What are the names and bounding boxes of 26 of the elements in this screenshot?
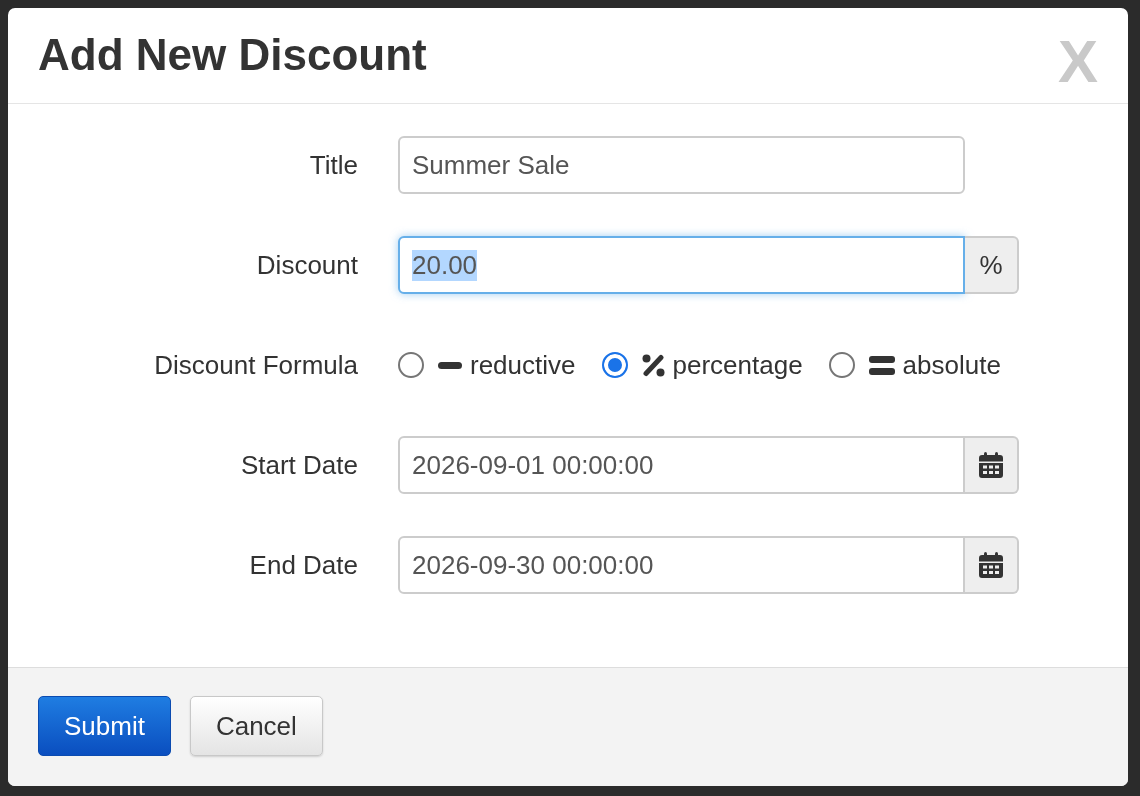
field-label: Title [309,149,358,181]
field-label: Discount [256,249,358,281]
equals-icon [868,355,895,375]
calendar-button[interactable] [965,436,1019,494]
minus-icon [438,361,462,369]
date-field[interactable]: 2026-09-01 00:00:00 [398,436,965,494]
dialog-title: Add New Discount [38,30,427,81]
cancel-button[interactable]: Cancel [189,696,323,756]
field-label: Discount Formula [154,349,358,381]
field-label: End Date [249,549,358,581]
unit-addon: % [965,236,1019,294]
option-label[interactable]: reductive [470,349,576,381]
submit-button[interactable]: Submit [38,696,171,756]
date-field[interactable]: 2026-09-30 00:00:00 [398,536,965,594]
percent-icon [641,353,665,377]
radio-button[interactable] [828,352,855,378]
field-label: Start Date [240,449,358,481]
input-field[interactable]: Summer Sale [398,136,965,194]
option-label[interactable]: absolute [902,349,1001,381]
option-label[interactable]: percentage [672,349,803,381]
radio-button[interactable] [601,352,628,378]
calendar-button[interactable] [965,536,1019,594]
calendar-icon [979,452,1003,478]
input-field[interactable]: 20.00 [398,236,965,294]
radio-button[interactable] [398,352,424,378]
calendar-icon [979,552,1003,578]
